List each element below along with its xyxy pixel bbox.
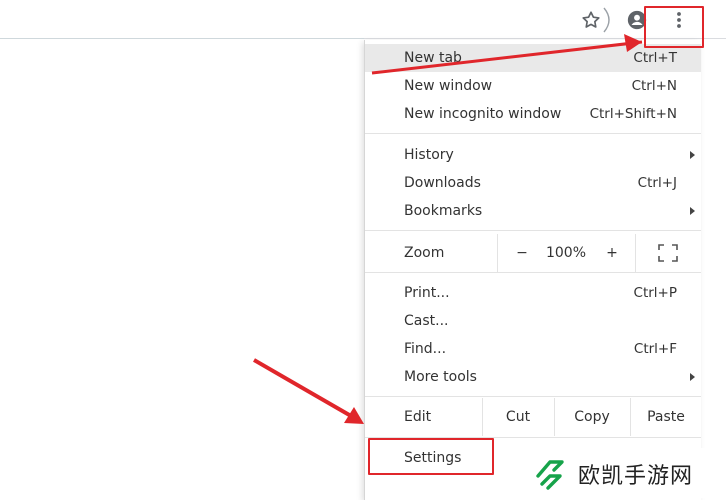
menu-item-label: Bookmarks — [404, 203, 483, 219]
menu-item-new-tab[interactable]: New tab Ctrl+T — [365, 44, 701, 72]
menu-divider — [365, 272, 701, 273]
copy-button[interactable]: Copy — [555, 398, 629, 436]
browser-main-menu: New tab Ctrl+T New window Ctrl+N New inc… — [364, 40, 701, 500]
paste-button[interactable]: Paste — [631, 398, 701, 436]
arrow-to-settings — [253, 358, 359, 422]
zoom-separator — [635, 234, 636, 272]
menu-item-label: History — [404, 147, 454, 163]
edit-controls: Edit Cut Copy Paste — [365, 398, 701, 436]
menu-item-label: Find... — [404, 341, 447, 357]
fullscreen-icon[interactable] — [657, 243, 679, 263]
menu-item-label: Print... — [404, 285, 450, 301]
zoom-out-button[interactable]: − — [509, 234, 535, 272]
menu-item-label: New tab — [404, 50, 462, 66]
menu-item-downloads[interactable]: Downloads Ctrl+J — [365, 169, 701, 197]
menu-item-shortcut: Ctrl+Shift+N — [589, 106, 677, 122]
watermark-text: 欧凯手游网 — [578, 464, 694, 489]
menu-item-shortcut: Ctrl+N — [631, 78, 677, 94]
zoom-controls: Zoom − 100% + — [365, 234, 701, 272]
menu-item-label: More tools — [404, 369, 477, 385]
arrow-to-settings-head — [344, 407, 364, 424]
menu-item-shortcut: Ctrl+F — [633, 341, 677, 357]
watermark-logo-icon — [536, 460, 564, 490]
menu-item-label: New incognito window — [404, 106, 562, 122]
cut-button[interactable]: Cut — [483, 398, 553, 436]
menu-item-print[interactable]: Print... Ctrl+P — [365, 279, 701, 307]
toolbar-separator — [603, 7, 610, 33]
menu-item-shortcut: Ctrl+J — [637, 175, 677, 191]
menu-item-shortcut: Ctrl+P — [633, 285, 677, 301]
submenu-arrow-icon — [690, 207, 695, 215]
settings-highlight — [368, 438, 494, 475]
menu-item-history[interactable]: History — [365, 141, 701, 169]
zoom-in-button[interactable]: + — [601, 234, 623, 272]
menu-button-highlight — [644, 6, 704, 48]
address-bar-edge — [0, 38, 364, 39]
star-icon[interactable] — [580, 9, 602, 31]
menu-divider — [365, 230, 701, 231]
zoom-level: 100% — [545, 245, 587, 261]
menu-item-find[interactable]: Find... Ctrl+F — [365, 335, 701, 363]
zoom-separator — [497, 234, 498, 272]
menu-item-new-window[interactable]: New window Ctrl+N — [365, 72, 701, 100]
zoom-label: Zoom — [404, 245, 445, 261]
menu-item-more-tools[interactable]: More tools — [365, 363, 701, 391]
menu-item-shortcut: Ctrl+T — [633, 50, 677, 66]
edit-label: Edit — [404, 409, 432, 425]
menu-item-label: Downloads — [404, 175, 481, 191]
menu-item-bookmarks[interactable]: Bookmarks — [365, 197, 701, 225]
watermark: 欧凯手游网 — [520, 448, 726, 498]
submenu-arrow-icon — [690, 373, 695, 381]
menu-divider — [365, 396, 701, 397]
menu-divider — [365, 133, 701, 134]
menu-item-new-incognito-window[interactable]: New incognito window Ctrl+Shift+N — [365, 100, 701, 128]
submenu-arrow-icon — [690, 151, 695, 159]
menu-item-cast[interactable]: Cast... — [365, 307, 701, 335]
menu-item-label: Cast... — [404, 313, 449, 329]
menu-item-label: New window — [404, 78, 493, 94]
